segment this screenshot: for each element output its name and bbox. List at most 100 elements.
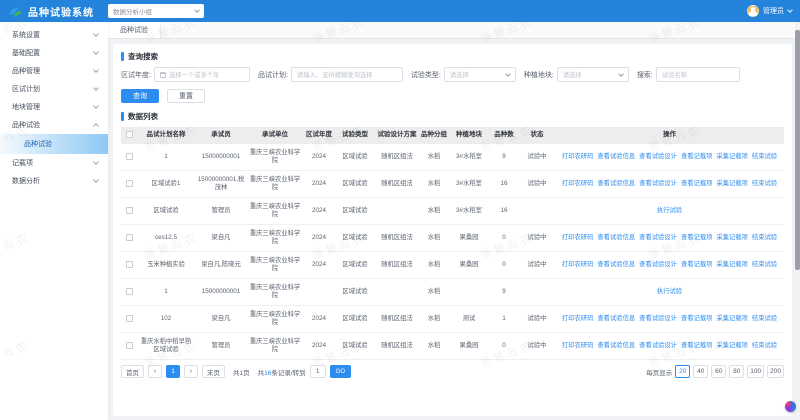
page-number-button[interactable]: 1 — [166, 365, 180, 378]
team-select-dropdown[interactable]: 数据分析小组 — [108, 4, 204, 18]
cell-org: 重庆三峡农业科学院 — [247, 171, 303, 198]
action-link[interactable]: 结束试验 — [752, 342, 777, 351]
action-link[interactable]: 打印农研码 — [562, 261, 593, 270]
first-page-button[interactable]: 首页 — [121, 365, 144, 378]
action-link[interactable]: 查看记载项 — [681, 180, 712, 189]
cell-plan-name: 重庆水稻中稻早熟区域试验 — [137, 333, 195, 360]
action-link[interactable]: 查看记载项 — [681, 261, 712, 270]
floating-widget-icon[interactable] — [785, 401, 796, 412]
cell-status: 试验中 — [519, 306, 555, 333]
action-link[interactable]: 采集记载项 — [716, 153, 747, 162]
keyword-input[interactable]: 试验名称 — [656, 67, 740, 82]
action-link[interactable]: 查看试验设计 — [639, 234, 677, 243]
row-checkbox[interactable] — [126, 234, 133, 241]
cell-tester: 15000000001 — [195, 144, 247, 171]
table-row: 重庆水稻中稻早熟区域试验管理员重庆三峡农业科学院2024区域试验随机区组法水稻果… — [121, 333, 784, 360]
row-checkbox[interactable] — [126, 342, 133, 349]
page-size-20[interactable]: 20 — [675, 365, 690, 378]
action-link[interactable]: 采集记载项 — [716, 315, 747, 324]
row-checkbox[interactable] — [126, 207, 133, 214]
action-link[interactable]: 打印农研码 — [562, 153, 593, 162]
sidebar-item-2[interactable]: 基础配置 — [0, 44, 108, 62]
page-goto-input[interactable] — [310, 365, 326, 378]
action-link[interactable]: 查看试验信息 — [597, 342, 635, 351]
cell-plot: 3#水稻室 — [449, 144, 489, 171]
trial-plan-input[interactable]: 请输入、支持模糊查询选择 — [291, 67, 403, 82]
page-size-60[interactable]: 60 — [711, 365, 726, 378]
user-menu[interactable]: 管理员 — [747, 5, 792, 17]
test-type-input[interactable]: 请选择 — [444, 67, 516, 82]
action-link[interactable]: 结束试验 — [752, 234, 777, 243]
cell-year — [303, 279, 335, 306]
region-year-input[interactable]: 选择一个或多个年 — [154, 67, 250, 82]
action-link[interactable]: 查看记载项 — [681, 234, 712, 243]
page-size-40[interactable]: 40 — [693, 365, 708, 378]
action-link[interactable]: 查看试验信息 — [597, 180, 635, 189]
action-link[interactable]: 查看试验设计 — [639, 180, 677, 189]
action-link[interactable]: 查看试验设计 — [639, 315, 677, 324]
action-link[interactable]: 结束试验 — [752, 315, 777, 324]
action-link[interactable]: 打印农研码 — [562, 234, 593, 243]
action-link[interactable]: 结束试验 — [752, 261, 777, 270]
row-checkbox[interactable] — [126, 315, 133, 322]
action-link[interactable]: 查看试验设计 — [639, 342, 677, 351]
scrollbar-thumb[interactable] — [795, 30, 800, 270]
query-button[interactable]: 查询 — [121, 89, 159, 103]
action-link[interactable]: 采集记载项 — [716, 261, 747, 270]
action-link[interactable]: 查看记载项 — [681, 315, 712, 324]
page-size-100[interactable]: 100 — [747, 365, 764, 378]
cell-type: 区域试验 — [335, 225, 375, 252]
select-all-checkbox[interactable] — [126, 131, 133, 138]
action-link[interactable]: 打印农研码 — [562, 180, 593, 189]
action-link[interactable]: 结束试验 — [752, 180, 777, 189]
action-link[interactable]: 结束试验 — [752, 153, 777, 162]
action-link[interactable]: 查看试验信息 — [597, 234, 635, 243]
cell-status: 试验中 — [519, 225, 555, 252]
sidebar-item-8[interactable]: 数据分析 — [0, 172, 108, 190]
action-link[interactable]: 采集记载项 — [716, 180, 747, 189]
row-checkbox[interactable] — [126, 261, 133, 268]
tab-variety-test[interactable]: 品种试验 — [108, 22, 161, 38]
cell-org: 重庆三峡农业科学院 — [247, 144, 303, 171]
chevron-down-icon — [93, 31, 99, 37]
action-link[interactable]: 执行试验 — [657, 207, 682, 216]
cell-count: 0 — [489, 252, 519, 279]
action-link[interactable]: 查看试验设计 — [639, 153, 677, 162]
sidebar-item-6[interactable]: 品种试验 — [0, 116, 108, 134]
sidebar-item-3[interactable]: 品种管理 — [0, 62, 108, 80]
row-checkbox[interactable] — [126, 288, 133, 295]
last-page-button[interactable]: 末页 — [202, 365, 225, 378]
plot-input[interactable]: 请选择 — [557, 67, 629, 82]
cell-design: 随机区组法 — [375, 252, 419, 279]
go-button[interactable]: GO — [330, 365, 351, 378]
page-size-80[interactable]: 80 — [729, 365, 744, 378]
action-link[interactable]: 查看试验设计 — [639, 261, 677, 270]
row-checkbox[interactable] — [126, 180, 133, 187]
action-link[interactable]: 查看试验信息 — [597, 261, 635, 270]
sidebar-item-7[interactable]: 记载项 — [0, 154, 108, 172]
placeholder-text: 请输入、支持模糊查询选择 — [297, 70, 397, 79]
prev-page-button[interactable]: ‹ — [148, 365, 162, 378]
action-link[interactable]: 采集记载项 — [716, 342, 747, 351]
action-link[interactable]: 查看记载项 — [681, 153, 712, 162]
action-link[interactable]: 打印农研码 — [562, 342, 593, 351]
sidebar-subitem[interactable]: 品种试验 — [0, 134, 108, 154]
sidebar-item-1[interactable]: 系统设置 — [0, 26, 108, 44]
action-link[interactable]: 打印农研码 — [562, 315, 593, 324]
scrollbar[interactable] — [795, 22, 800, 420]
cell-tester: 管理员 — [195, 198, 247, 225]
action-link[interactable]: 查看试验信息 — [597, 153, 635, 162]
next-page-button[interactable]: › — [184, 365, 198, 378]
action-link[interactable]: 查看试验信息 — [597, 315, 635, 324]
cell-year: 2024 — [303, 252, 335, 279]
cell-design: 随机区组法 — [375, 306, 419, 333]
page-size-200[interactable]: 200 — [767, 365, 784, 378]
action-link[interactable]: 执行试验 — [657, 288, 682, 297]
action-link[interactable]: 查看记载项 — [681, 342, 712, 351]
cell-org: 重庆三峡农业科学院 — [247, 225, 303, 252]
action-link[interactable]: 采集记载项 — [716, 234, 747, 243]
row-checkbox[interactable] — [126, 153, 133, 160]
sidebar-item-4[interactable]: 区试计划 — [0, 80, 108, 98]
reset-button[interactable]: 重置 — [167, 89, 205, 103]
sidebar-item-5[interactable]: 地块管理 — [0, 98, 108, 116]
